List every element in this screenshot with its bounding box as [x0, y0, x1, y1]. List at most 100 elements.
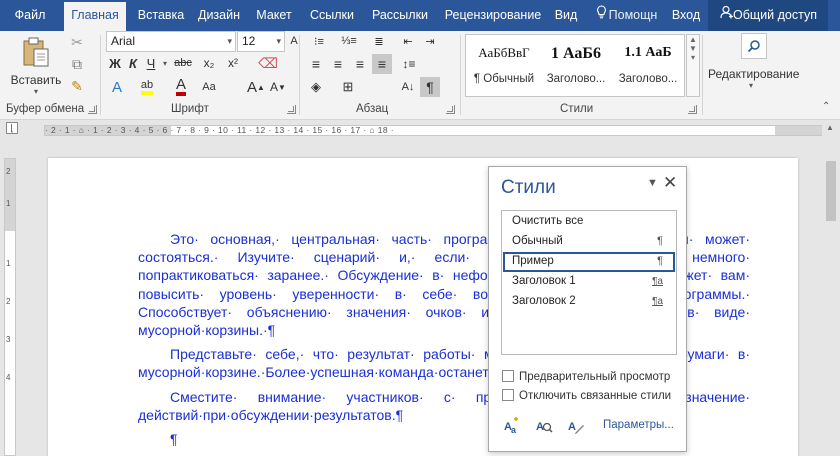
styles-pane-title: Стили: [501, 177, 556, 198]
chevron-down-icon: ▾: [33, 87, 38, 96]
paragraph-mark-icon: ¶: [657, 235, 663, 247]
style-inspector-icon[interactable]: A: [533, 415, 555, 437]
close-icon[interactable]: ✕: [663, 173, 677, 193]
font-group: Arial ▾ 12 ▾ A Ж К Ч ▾ abc x₂ x² ⌫ A ab …: [101, 31, 299, 120]
style-item-label: Заголовок 1: [512, 275, 576, 287]
new-style-icon[interactable]: Aa: [501, 415, 523, 437]
font-name-combo[interactable]: Arial ▾: [106, 31, 236, 52]
gallery-style-name: Заголово...: [546, 73, 606, 85]
borders-icon[interactable]: ⊞: [338, 77, 358, 97]
vertical-scrollbar[interactable]: ▲: [822, 121, 840, 456]
clipboard-group-label: Буфер обмена: [6, 103, 85, 115]
style-item-clear-all[interactable]: Очистить все: [503, 212, 675, 232]
shading-icon[interactable]: ◈: [306, 77, 326, 97]
lightbulb-icon: [595, 0, 609, 31]
numbering-icon[interactable]: ⅓≡: [338, 32, 360, 50]
sign-in-link[interactable]: Вход: [668, 0, 704, 31]
tab-mailings[interactable]: Рассылки: [366, 0, 434, 31]
chevron-up-icon[interactable]: ▲: [687, 35, 699, 44]
line-spacing-icon[interactable]: ↕≡: [398, 54, 420, 74]
strikethrough-button[interactable]: abc: [171, 54, 195, 72]
highlight-icon[interactable]: ab: [137, 77, 157, 97]
sort-icon[interactable]: A↓: [398, 77, 418, 97]
preview-option[interactable]: Предварительный просмотр: [502, 370, 670, 386]
increase-indent-icon[interactable]: ⇥: [420, 32, 440, 50]
options-link[interactable]: Параметры...: [603, 419, 674, 431]
align-left-icon[interactable]: ≡: [306, 54, 326, 74]
font-color-icon[interactable]: A: [171, 77, 191, 97]
tab-home[interactable]: Главная: [64, 2, 126, 31]
decrease-indent-icon[interactable]: ⇤: [398, 32, 418, 50]
disable-linked-checkbox[interactable]: [502, 389, 514, 401]
text-effects-icon[interactable]: A: [107, 77, 127, 97]
style-item-label: Заголовок 2: [512, 295, 576, 307]
tab-design[interactable]: Дизайн: [194, 0, 244, 31]
styles-gallery[interactable]: АаБбВвГ ¶ Обычный 1 АаБ6 Заголово... 1.1…: [465, 34, 685, 97]
show-marks-button[interactable]: ¶: [420, 77, 440, 97]
tab-tell-me[interactable]: Помощн: [588, 0, 664, 31]
justify-icon[interactable]: ≡: [372, 54, 392, 74]
chevron-down-icon[interactable]: ▼: [687, 44, 699, 53]
scrollbar-thumb[interactable]: [826, 161, 836, 221]
bold-button[interactable]: Ж: [107, 54, 123, 72]
tab-file[interactable]: Файл: [0, 0, 60, 31]
pane-options-chevron-icon[interactable]: ▼: [647, 177, 658, 189]
svg-text:a: a: [511, 425, 517, 435]
tab-view[interactable]: Вид: [550, 0, 582, 31]
bullets-icon[interactable]: ⁝≡: [308, 32, 330, 50]
clipboard-launcher-icon[interactable]: [88, 105, 97, 114]
ruler-marks: · 2 · 1 · ⌂ · 1 · 2 · 3 · 4 · 5 · 6 · 7 …: [45, 125, 394, 135]
format-painter-icon[interactable]: ✎: [68, 77, 86, 95]
shrink-font-button[interactable]: A ▼: [269, 77, 287, 97]
gallery-style-heading1[interactable]: 1 АаБ6 Заголово...: [541, 35, 611, 96]
style-item-example[interactable]: Пример ¶: [503, 252, 675, 272]
chevron-down-icon[interactable]: ▾: [161, 54, 169, 72]
styles-launcher-icon[interactable]: [688, 105, 697, 114]
collapse-ribbon-icon[interactable]: ⌃: [822, 101, 830, 112]
tab-references[interactable]: Ссылки: [304, 0, 360, 31]
gallery-more-icon[interactable]: ▾: [687, 53, 699, 62]
styles-list[interactable]: Очистить все Обычный ¶ Пример ¶ Заголово…: [501, 210, 677, 355]
tab-review[interactable]: Рецензирование: [440, 0, 546, 31]
paste-button[interactable]: Вставить ▾: [10, 33, 62, 99]
preview-checkbox[interactable]: [502, 370, 514, 382]
tab-selector[interactable]: ⌊: [6, 122, 18, 134]
style-item-normal[interactable]: Обычный ¶: [503, 232, 675, 252]
font-size-combo[interactable]: 12 ▾: [237, 31, 285, 52]
preview-label: Предварительный просмотр: [519, 371, 671, 383]
clear-formatting-icon[interactable]: ⌫: [258, 54, 278, 72]
vruler-mark: 1: [6, 199, 11, 208]
gallery-style-sample: 1.1 АаБ: [624, 45, 672, 60]
disable-linked-option[interactable]: Отключить связанные стили: [502, 389, 671, 405]
copy-icon[interactable]: ⧉: [68, 55, 86, 73]
underline-button[interactable]: Ч: [143, 54, 159, 72]
share-button[interactable]: Общий доступ: [708, 0, 828, 31]
styles-group-label: Стили: [560, 103, 594, 115]
vertical-ruler[interactable]: 2 1 1 2 3 4: [4, 158, 16, 456]
chevron-down-icon: ▾: [276, 36, 281, 46]
font-launcher-icon[interactable]: [287, 105, 296, 114]
gallery-style-heading2[interactable]: 1.1 АаБ Заголово...: [613, 35, 683, 96]
change-case-icon[interactable]: Aa: [199, 77, 219, 97]
style-item-heading1[interactable]: Заголовок 1 ¶a: [503, 272, 675, 292]
multilevel-list-icon[interactable]: ≣: [368, 32, 390, 50]
clipboard-group: Вставить ▾ ✂ ⧉ ✎ Буфер обмена: [0, 31, 100, 120]
align-center-icon[interactable]: ≡: [328, 54, 348, 74]
gallery-style-normal[interactable]: АаБбВвГ ¶ Обычный: [469, 35, 539, 96]
italic-button[interactable]: К: [125, 54, 141, 72]
search-icon[interactable]: [741, 33, 767, 59]
paragraph-launcher-icon[interactable]: [446, 105, 455, 114]
horizontal-ruler[interactable]: · 2 · 1 · ⌂ · 1 · 2 · 3 · 4 · 5 · 6 · 7 …: [0, 121, 840, 138]
tab-layout[interactable]: Макет: [250, 0, 298, 31]
cut-icon[interactable]: ✂: [68, 33, 86, 51]
tab-insert[interactable]: Вставка: [132, 0, 190, 31]
grow-font-button[interactable]: A ▲: [247, 77, 265, 97]
subscript-button[interactable]: x₂: [199, 54, 219, 72]
scroll-up-icon[interactable]: ▲: [826, 123, 834, 132]
style-item-heading2[interactable]: Заголовок 2 ¶a: [503, 292, 675, 312]
gallery-scroll[interactable]: ▲ ▼ ▾: [686, 34, 700, 97]
superscript-button[interactable]: x²: [223, 54, 243, 72]
align-right-icon[interactable]: ≡: [350, 54, 370, 74]
manage-styles-icon[interactable]: A: [565, 415, 587, 437]
editing-button[interactable]: Редактирование: [708, 67, 799, 81]
